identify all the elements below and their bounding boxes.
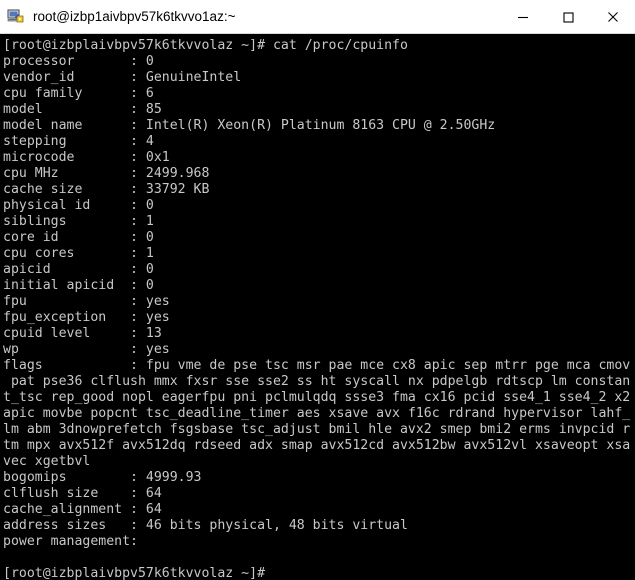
terminal-line: t_tsc rep_good nopl eagerfpu pni pclmulq… <box>3 390 631 405</box>
terminal-line: apicid : 0 <box>3 262 154 277</box>
terminal-line: vendor_id : GenuineIntel <box>3 70 242 85</box>
terminal-line: fpu : yes <box>3 294 170 309</box>
terminal-line: cache size : 33792 KB <box>3 182 210 197</box>
close-icon <box>607 11 618 22</box>
terminal-line: siblings : 1 <box>3 214 154 229</box>
terminal-line: pat pse36 clflush mmx fxsr sse sse2 ss h… <box>3 374 631 389</box>
terminal-line: lm abm 3dnowprefetch fsgsbase tsc_adjust… <box>3 422 631 437</box>
terminal-line: core id : 0 <box>3 230 154 245</box>
terminal-line: physical id : 0 <box>3 198 154 213</box>
terminal-line: apic movbe popcnt tsc_deadline_timer aes… <box>3 406 631 421</box>
terminal-line: cpu cores : 1 <box>3 246 154 261</box>
terminal-line: flags : fpu vme de pse tsc msr pae mce c… <box>3 358 631 373</box>
terminal-line: cpu MHz : 2499.968 <box>3 166 210 181</box>
terminal-line: bogomips : 4999.93 <box>3 470 202 485</box>
terminal-line: clflush size : 64 <box>3 486 162 501</box>
terminal-line: model : 85 <box>3 102 162 117</box>
minimize-icon <box>517 16 528 18</box>
terminal-line: microcode : 0x1 <box>3 150 170 165</box>
close-button[interactable] <box>590 0 635 33</box>
window-title: root@izbp1aivbpv57k6tkvvo1az:~ <box>33 9 236 24</box>
title-bar-left: root@izbp1aivbpv57k6tkvvo1az:~ <box>0 8 500 26</box>
terminal-line: tm mpx avx512f avx512dq rdseed adx smap … <box>3 438 631 453</box>
terminal-line: fpu_exception : yes <box>3 310 170 325</box>
terminal-line: power management: <box>3 534 138 549</box>
terminal-line: cpuid level : 13 <box>3 326 162 341</box>
window-controls <box>500 0 635 33</box>
title-bar[interactable]: root@izbp1aivbpv57k6tkvvo1az:~ <box>0 0 635 34</box>
terminal-line: [root@izbplaivbpv57k6tkvvolaz ~]# cat /p… <box>3 38 408 53</box>
minimize-button[interactable] <box>500 0 545 33</box>
maximize-button[interactable] <box>545 0 590 33</box>
terminal-line: cache_alignment : 64 <box>3 502 162 517</box>
prompt-text: [root@izbplaivbpv57k6tkvvolaz ~]# <box>3 566 273 580</box>
terminal-text-buffer: [root@izbplaivbpv57k6tkvvolaz ~]# cat /p… <box>3 38 635 580</box>
terminal-line: processor : 0 <box>3 54 154 69</box>
terminal-line: wp : yes <box>3 342 170 357</box>
terminal-line: initial apicid : 0 <box>3 278 154 293</box>
terminal-line: stepping : 4 <box>3 134 154 149</box>
terminal-line: model name : Intel(R) Xeon(R) Platinum 8… <box>3 118 496 133</box>
maximize-icon <box>562 11 574 23</box>
terminal-line: vec xgetbvl <box>3 454 91 469</box>
terminal-computer-icon <box>7 8 25 26</box>
terminal-line: address sizes : 46 bits physical, 48 bit… <box>3 518 408 533</box>
terminal-window: root@izbp1aivbpv57k6tkvvo1az:~ [root@izb… <box>0 0 635 580</box>
terminal-output-area[interactable]: [root@izbplaivbpv57k6tkvvolaz ~]# cat /p… <box>0 34 635 580</box>
terminal-line: cpu family : 6 <box>3 86 154 101</box>
terminal-prompt-line: [root@izbplaivbpv57k6tkvvolaz ~]# <box>3 566 635 580</box>
